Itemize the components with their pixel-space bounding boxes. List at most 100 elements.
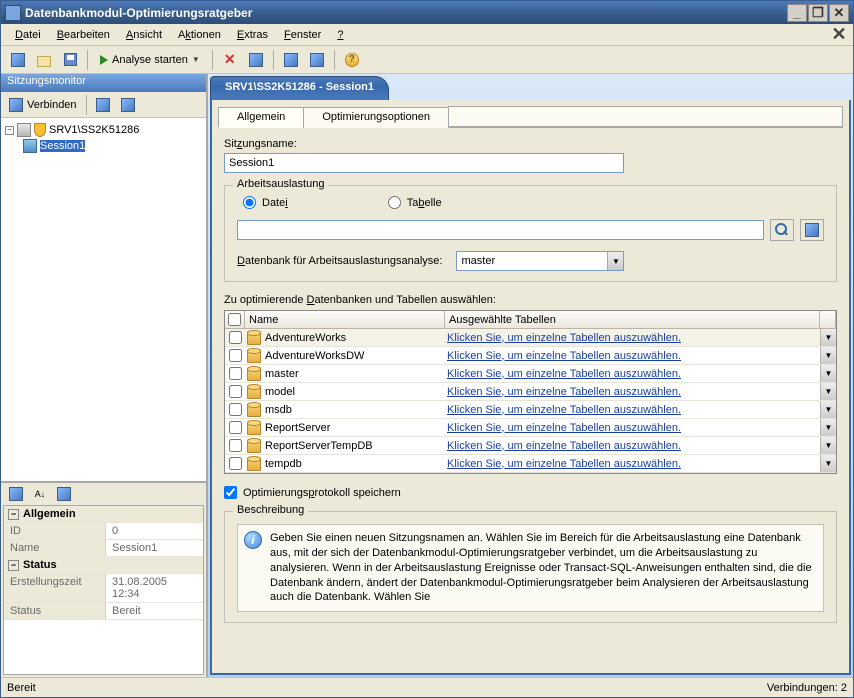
select-tables-link[interactable]: Klicken Sie, um einzelne Tabellen auszuw… xyxy=(447,422,681,434)
delete-button[interactable] xyxy=(117,94,139,116)
pg-val-status: Bereit xyxy=(106,603,203,619)
db-checkbox[interactable] xyxy=(229,457,242,470)
pg-section-general[interactable]: −Allgemein xyxy=(4,506,203,522)
menu-extras[interactable]: Extras xyxy=(229,27,276,43)
tab-general[interactable]: Allgemein xyxy=(218,107,304,128)
grid-header-tables[interactable]: Ausgewählte Tabellen xyxy=(445,311,820,328)
row-dropdown-button[interactable]: ▼ xyxy=(820,365,836,382)
minimize-button[interactable]: _ xyxy=(787,4,807,22)
row-dropdown-button[interactable]: ▼ xyxy=(820,383,836,400)
browse-icon xyxy=(775,223,789,237)
row-dropdown-button[interactable]: ▼ xyxy=(820,401,836,418)
select-tables-link[interactable]: Klicken Sie, um einzelne Tabellen auszuw… xyxy=(447,386,681,398)
row-dropdown-button[interactable]: ▼ xyxy=(820,419,836,436)
dropdown-icon: ▼ xyxy=(607,252,623,270)
workload-db-select[interactable]: master ▼ xyxy=(456,251,624,271)
db-name: ReportServer xyxy=(265,422,330,434)
sidebar-header: Sitzungsmonitor xyxy=(1,74,206,92)
save-button[interactable] xyxy=(59,49,81,71)
props-sort-button[interactable]: A↓ xyxy=(29,483,51,505)
workload-db-label: Datenbank für Arbeitsauslastungsanalyse: xyxy=(237,255,442,267)
pg-val-created: 31.08.2005 12:34 xyxy=(106,574,203,602)
close-button[interactable]: ✕ xyxy=(829,4,849,22)
tree-collapse-icon[interactable]: − xyxy=(5,126,14,135)
select-tables-link[interactable]: Klicken Sie, um einzelne Tabellen auszuw… xyxy=(447,350,681,362)
database-icon xyxy=(247,367,261,381)
table-row: masterKlicken Sie, um einzelne Tabellen … xyxy=(225,365,836,383)
row-dropdown-button[interactable]: ▼ xyxy=(820,329,836,346)
table-row: msdbKlicken Sie, um einzelne Tabellen au… xyxy=(225,401,836,419)
analyze-label: Analyse starten xyxy=(112,54,188,66)
save-log-checkbox-label[interactable]: Optimierungsprotokoll speichern xyxy=(224,486,837,499)
stop-button[interactable]: ✕ xyxy=(219,49,241,71)
clone-button[interactable] xyxy=(280,49,302,71)
radio-file[interactable]: Datei xyxy=(243,196,288,209)
pg-key-id: ID xyxy=(4,523,106,539)
db-name: AdventureWorks xyxy=(265,332,346,344)
select-tables-link[interactable]: Klicken Sie, um einzelne Tabellen auszuw… xyxy=(447,368,681,380)
server-icon xyxy=(17,123,31,137)
session-name-input[interactable] xyxy=(224,153,624,173)
props-pages-button[interactable] xyxy=(53,483,75,505)
session-icon xyxy=(23,139,37,153)
pg-section-status[interactable]: −Status xyxy=(4,557,203,573)
grid-header-name[interactable]: Name xyxy=(245,311,445,328)
db-checkbox[interactable] xyxy=(229,349,242,362)
pg-key-status: Status xyxy=(4,603,106,619)
view-button[interactable] xyxy=(800,219,824,241)
menu-aktionen[interactable]: Aktionen xyxy=(170,27,229,43)
db-checkbox[interactable] xyxy=(229,439,242,452)
mdi-close-button[interactable]: ✕ xyxy=(831,27,847,43)
tree-server-node[interactable]: − SRV1\SS2K51286 xyxy=(3,122,204,138)
db-checkbox[interactable] xyxy=(229,367,242,380)
select-tables-link[interactable]: Klicken Sie, um einzelne Tabellen auszuw… xyxy=(447,332,681,344)
row-dropdown-button[interactable]: ▼ xyxy=(820,455,836,472)
browse-button[interactable] xyxy=(770,219,794,241)
table-row: AdventureWorks Klicken Sie, um einzelne T… xyxy=(225,329,836,347)
help-button[interactable]: ? xyxy=(341,49,363,71)
menu-bearbeiten[interactable]: Bearbeiten xyxy=(49,27,118,43)
table-row: tempdbKlicken Sie, um einzelne Tabellen … xyxy=(225,455,836,473)
copy-button[interactable] xyxy=(245,49,267,71)
db-name: AdventureWorksDW xyxy=(265,350,364,362)
props-categorized-button[interactable] xyxy=(5,483,27,505)
db-checkbox[interactable] xyxy=(229,403,242,416)
restore-button[interactable]: ❐ xyxy=(808,4,828,22)
row-dropdown-button[interactable]: ▼ xyxy=(820,347,836,364)
menu-datei[interactable]: Datei xyxy=(7,27,49,43)
open-button[interactable] xyxy=(33,49,55,71)
refresh-button[interactable] xyxy=(92,94,114,116)
status-text: Bereit xyxy=(7,682,767,694)
menubar: Datei Bearbeiten Ansicht Aktionen Extras… xyxy=(1,24,853,46)
row-dropdown-button[interactable]: ▼ xyxy=(820,437,836,454)
db-checkbox[interactable] xyxy=(229,421,242,434)
tab-options[interactable]: Optimierungsoptionen xyxy=(303,107,449,128)
select-tables-link[interactable]: Klicken Sie, um einzelne Tabellen auszuw… xyxy=(447,458,681,470)
export-button[interactable] xyxy=(306,49,328,71)
new-session-button[interactable] xyxy=(7,49,29,71)
analyze-button[interactable]: Analyse starten ▼ xyxy=(94,54,206,66)
window-title: Datenbankmodul-Optimierungsratgeber xyxy=(25,6,787,20)
radio-table-input[interactable] xyxy=(388,196,401,209)
db-checkbox[interactable] xyxy=(229,331,242,344)
session-tree: − SRV1\SS2K51286 Session1 xyxy=(1,118,206,481)
connect-button[interactable]: Verbinden xyxy=(5,96,81,114)
database-icon xyxy=(247,421,261,435)
save-log-checkbox[interactable] xyxy=(224,486,237,499)
tree-server-label: SRV1\SS2K51286 xyxy=(49,124,139,136)
select-tables-link[interactable]: Klicken Sie, um einzelne Tabellen auszuw… xyxy=(447,440,681,452)
db-checkbox[interactable] xyxy=(229,385,242,398)
radio-table[interactable]: Tabelle xyxy=(388,196,442,209)
tree-session-node[interactable]: Session1 xyxy=(21,138,204,154)
description-text: Geben Sie einen neuen Sitzungsnamen an. … xyxy=(270,531,817,605)
database-grid: Name Ausgewählte Tabellen AdventureWorks… xyxy=(224,310,837,474)
session-tab[interactable]: SRV1\SS2K51286 - Session1 xyxy=(210,76,389,100)
table-row: AdventureWorksDW Klicken Sie, um einzelne… xyxy=(225,347,836,365)
select-all-checkbox[interactable] xyxy=(228,313,241,326)
select-tables-link[interactable]: Klicken Sie, um einzelne Tabellen auszuw… xyxy=(447,404,681,416)
menu-help[interactable]: ? xyxy=(329,27,351,43)
menu-ansicht[interactable]: Ansicht xyxy=(118,27,170,43)
menu-fenster[interactable]: Fenster xyxy=(276,27,329,43)
workload-path-input[interactable] xyxy=(237,220,764,240)
radio-file-input[interactable] xyxy=(243,196,256,209)
